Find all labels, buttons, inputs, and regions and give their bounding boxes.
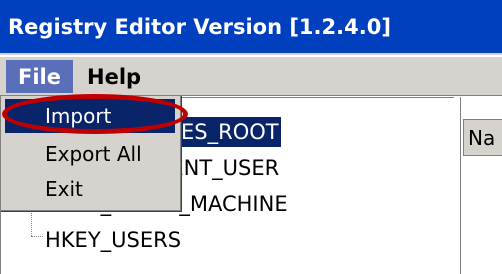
column-header-name[interactable]: Na	[463, 119, 502, 156]
tree-node-hkey-users[interactable]: HKEY_USERS	[45, 225, 181, 255]
menu-item-import[interactable]: Import	[5, 99, 175, 133]
menu-item-exit[interactable]: Exit	[5, 172, 175, 206]
menu-help[interactable]: Help	[73, 60, 173, 93]
tree-connector	[31, 236, 43, 237]
window-title-bar: Registry Editor Version [1.2.4.0]	[0, 0, 502, 55]
menu-item-export-all[interactable]: Export All	[5, 137, 175, 171]
window-title: Registry Editor Version [1.2.4.0]	[8, 14, 391, 39]
menu-bar: File Help	[0, 57, 502, 96]
menu-file[interactable]: File	[6, 60, 73, 93]
file-dropdown-menu: Import Export All Exit	[0, 95, 181, 211]
values-list[interactable]: Na	[460, 97, 502, 274]
